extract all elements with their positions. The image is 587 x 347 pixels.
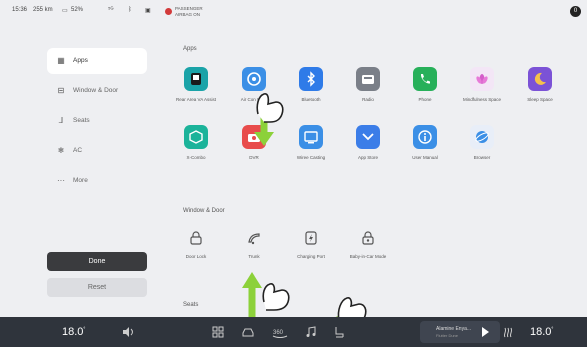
sidebar-item-window-door[interactable]: ⊟ Window & Door [47, 78, 147, 104]
profile-avatar[interactable]: 0 [570, 6, 581, 17]
car-icon[interactable] [242, 326, 254, 338]
seat-icon: ⅃ [58, 116, 64, 125]
battery-percent: 52% [71, 7, 84, 13]
music-subtitle: Flutter Dune [436, 333, 459, 338]
grid-icon[interactable] [212, 326, 224, 338]
play-icon[interactable] [482, 327, 489, 337]
360-view-icon[interactable]: 360 [272, 326, 288, 338]
sd-card-icon: ▣ [145, 8, 151, 14]
lotus-icon [470, 67, 494, 91]
charging-port-icon [305, 231, 317, 245]
moon-icon [528, 67, 552, 91]
car-icon: ⊟ [57, 86, 65, 95]
music-widget[interactable]: Alamine Enya... Flutter Dune [420, 321, 500, 343]
browser-icon [470, 125, 494, 149]
left-temperature[interactable]: 18.0° [62, 326, 85, 338]
app-user-manual[interactable]: User Manual [398, 125, 452, 175]
section-title-apps: Apps [183, 46, 197, 52]
radio-icon [356, 67, 380, 91]
baby-in-car-mode-control[interactable]: Baby-in-Car Mode [341, 230, 395, 270]
drag-gesture-hand-icon [254, 93, 284, 146]
seat-icon[interactable] [333, 326, 345, 338]
section-title-window-door: Window & Door [183, 208, 225, 214]
volume-icon[interactable] [122, 326, 134, 338]
manual-icon [413, 125, 437, 149]
sidebar-item-apps[interactable]: ▦ Apps [47, 48, 147, 74]
rear-screen-icon [184, 67, 208, 91]
app-browser[interactable]: Browser [455, 125, 509, 175]
app-app-store[interactable]: App Store [341, 125, 395, 175]
ac-icon: ❄ [57, 146, 65, 155]
sidebar-item-ac[interactable]: ❄ AC [47, 138, 147, 164]
phone-icon [413, 67, 437, 91]
door-lock-control[interactable]: Door Lock [169, 230, 223, 270]
trunk-icon [248, 233, 260, 245]
right-temperature[interactable]: 18.0° [530, 326, 553, 338]
app-x-combo[interactable]: X-Combo [169, 125, 223, 175]
sidebar-item-more[interactable]: ··· More [47, 168, 147, 194]
bluetooth-status-icon: ᛒ [128, 7, 132, 13]
store-icon [356, 125, 380, 149]
heat-icon[interactable] [502, 326, 514, 338]
reset-button[interactable]: Reset [47, 278, 147, 297]
airbag-icon [165, 8, 172, 15]
battery-icon: ▭ [62, 8, 68, 14]
bottom-dock: 18.0° 360 Alamine Enya... Flutter Dune 1… [0, 317, 587, 347]
signal-icon: ⁵ᴳ [108, 7, 114, 13]
clock: 15:36 [12, 7, 28, 13]
lock-icon [190, 231, 202, 245]
cube-icon [184, 125, 208, 149]
passenger-airbag-indicator: PASSENGER AIRBAG ON [165, 5, 225, 19]
done-button[interactable]: Done [47, 252, 147, 271]
range-readout: 255 km [33, 7, 53, 13]
apps-icon: ▦ [57, 56, 65, 65]
app-phone[interactable]: Phone [398, 67, 452, 117]
svg-text:360: 360 [273, 330, 284, 336]
bluetooth-icon [299, 67, 323, 91]
drag-up-gesture-hand-icon [242, 272, 290, 318]
baby-lock-icon [362, 231, 374, 245]
music-title: Alamine Enya... [436, 326, 472, 332]
app-radio[interactable]: Radio [341, 67, 395, 117]
more-icon: ··· [57, 176, 65, 185]
sidebar-item-seats[interactable]: ⅃ Seats [47, 108, 147, 134]
app-rear-area-va-assist[interactable]: Rear Area VA Assist [169, 67, 223, 117]
cast-icon [299, 125, 323, 149]
app-sleep-space[interactable]: Sleep Space [513, 67, 567, 117]
status-bar: 15:36 255 km ▭ 52% ⁵ᴳ ᛒ ▣ PASSENGER AIRB… [0, 0, 587, 24]
section-title-seats: Seats [183, 302, 199, 308]
music-icon[interactable] [305, 326, 317, 338]
app-mindfulness-space[interactable]: Mindfulness Space [455, 67, 509, 117]
